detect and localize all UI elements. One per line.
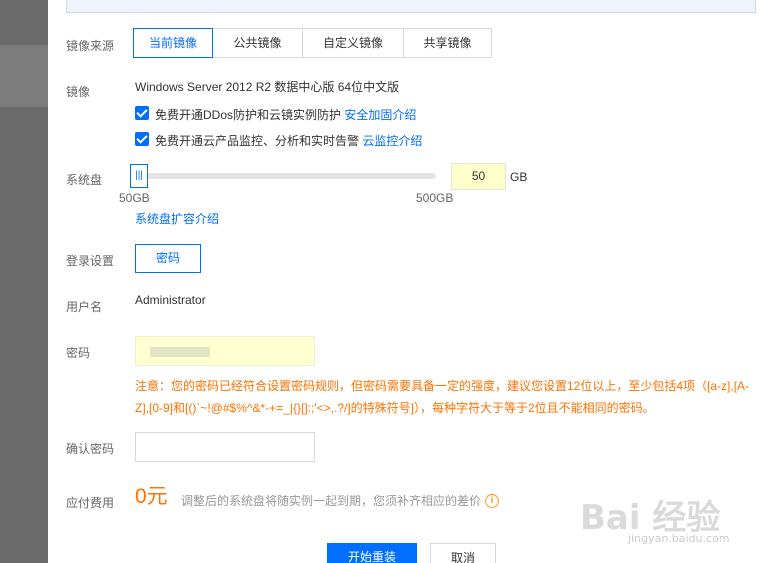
disk-slider-track[interactable] bbox=[138, 173, 436, 179]
disk-slider-handle[interactable]: ||| bbox=[130, 164, 148, 188]
cloud-monitor-link[interactable]: 云监控介绍 bbox=[362, 134, 422, 148]
slider-max-label: 500GB bbox=[416, 191, 454, 205]
notice-banner bbox=[66, 0, 756, 13]
tab-shared-image[interactable]: 共享镜像 bbox=[403, 28, 492, 58]
start-reinstall-button[interactable]: 开始重装 bbox=[327, 543, 417, 563]
system-disk-label: 系统盘 bbox=[66, 173, 103, 187]
ddos-protection-option: 免费开通DDos防护和云镜实例防护 安全加固介绍 bbox=[155, 106, 416, 123]
slider-min-label: 50GB bbox=[119, 191, 150, 205]
info-icon[interactable]: i bbox=[485, 494, 499, 508]
image-value: Windows Server 2012 R2 数据中心版 64位中文版 bbox=[135, 80, 400, 94]
monitoring-checkbox[interactable] bbox=[135, 132, 149, 146]
reinstall-dialog: 镜像来源 当前镜像 公共镜像 自定义镜像 共享镜像 镜像 Windows Ser… bbox=[48, 0, 760, 563]
tab-public-image[interactable]: 公共镜像 bbox=[212, 28, 303, 58]
disk-size-input[interactable]: 50 bbox=[451, 163, 506, 190]
fee-amount: 0元 bbox=[135, 485, 168, 508]
confirm-password-label: 确认密码 bbox=[66, 442, 115, 456]
ddos-protection-checkbox[interactable] bbox=[135, 106, 149, 120]
monitoring-text: 免费开通云产品监控、分析和实时告警 bbox=[155, 134, 360, 148]
fee-note: 调整后的系统盘将随实例一起到期，您须补齐相应的差价 bbox=[181, 494, 482, 508]
disk-expansion-link[interactable]: 系统盘扩容介绍 bbox=[135, 210, 219, 227]
image-label: 镜像 bbox=[66, 85, 91, 99]
password-mask bbox=[150, 347, 210, 357]
image-source-label: 镜像来源 bbox=[66, 39, 115, 53]
ddos-protection-text: 免费开通DDos防护和云镜实例防护 bbox=[155, 108, 342, 122]
login-settings-label: 登录设置 bbox=[66, 254, 115, 268]
security-hardening-link[interactable]: 安全加固介绍 bbox=[344, 108, 416, 122]
tab-custom-image[interactable]: 自定义镜像 bbox=[302, 28, 404, 58]
password-login-button[interactable]: 密码 bbox=[135, 244, 201, 273]
watermark-sub: jingyan.baidu.com bbox=[628, 532, 730, 545]
modal-backdrop bbox=[0, 0, 48, 563]
baidu-watermark: Bai 经验 jingyan.baidu.com bbox=[580, 490, 760, 550]
monitoring-option: 免费开通云产品监控、分析和实时告警 云监控介绍 bbox=[155, 132, 422, 149]
username-value: Administrator bbox=[135, 293, 206, 307]
cancel-button[interactable]: 取消 bbox=[430, 543, 496, 563]
image-source-tabs: 当前镜像 公共镜像 自定义镜像 共享镜像 bbox=[133, 28, 492, 58]
username-label: 用户名 bbox=[66, 300, 103, 314]
password-warning: 注意：您的密码已经符合设置密码规则，但密码需要具备一定的强度，建议您设置12位以… bbox=[135, 379, 750, 415]
password-input[interactable] bbox=[135, 336, 315, 366]
password-label: 密码 bbox=[66, 346, 91, 360]
tab-current-image[interactable]: 当前镜像 bbox=[133, 28, 213, 58]
confirm-password-input[interactable] bbox=[135, 432, 315, 462]
disk-unit: GB bbox=[510, 170, 528, 184]
backdrop-band bbox=[0, 45, 48, 107]
fee-label: 应付费用 bbox=[66, 496, 115, 510]
